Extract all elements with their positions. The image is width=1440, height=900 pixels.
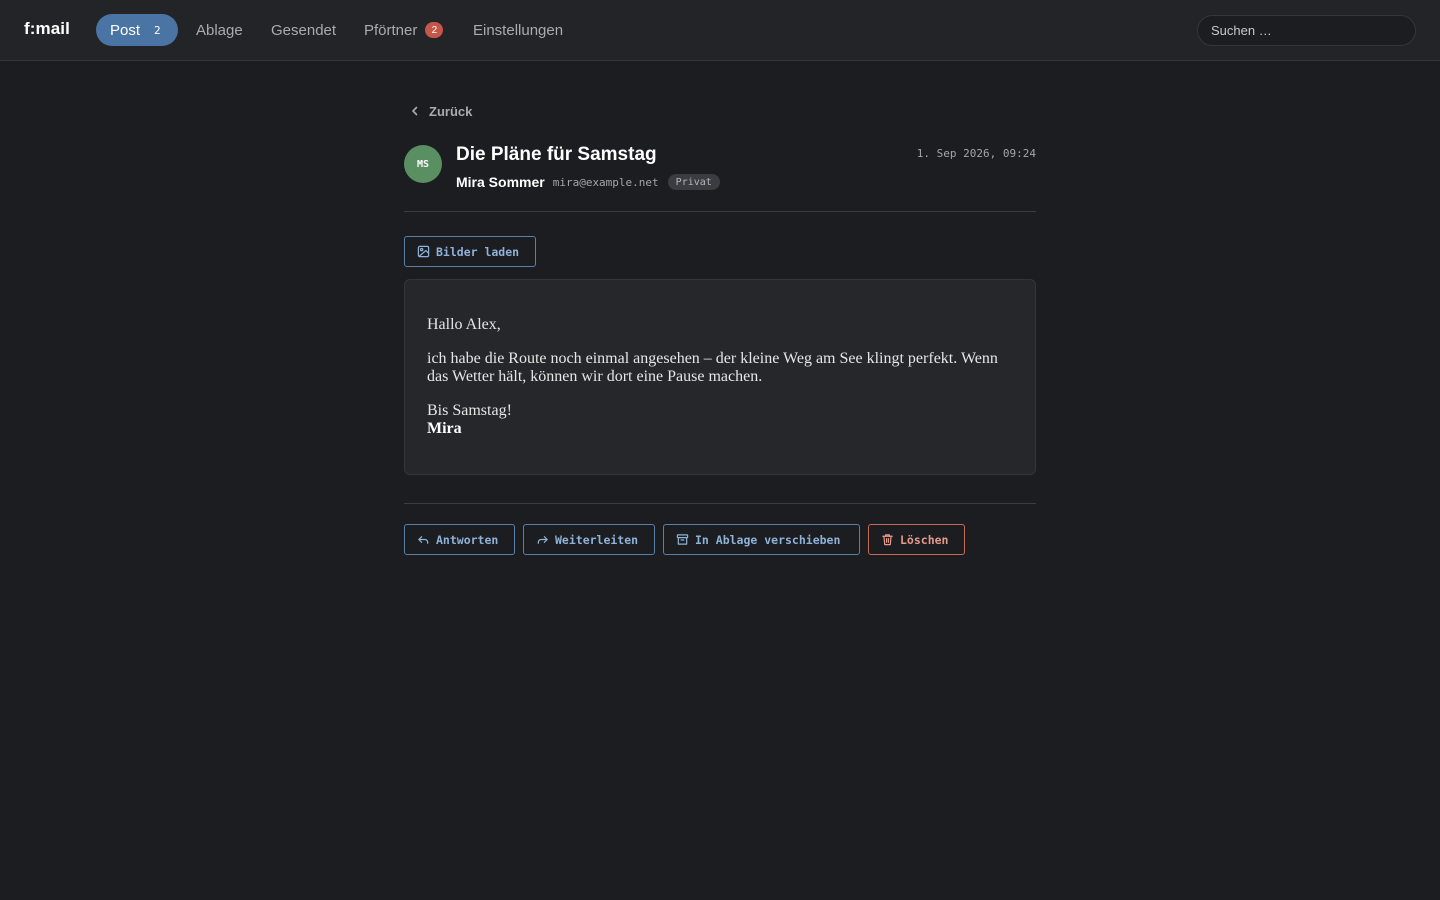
load-images-button[interactable]: Bilder laden [404,236,536,267]
button-label: Weiterleiten [555,532,639,547]
top-bar: f:mail Post 2 Ablage Gesendet Pförtner 2… [0,0,1440,61]
app-logo[interactable]: f:mail [24,19,70,39]
message-subject: Die Pläne für Samstag [456,144,657,165]
avatar: MS [404,145,442,183]
reply-button[interactable]: Antworten [404,524,515,555]
nav-item-gesendet[interactable]: Gesendet [271,14,336,46]
button-label: Bilder laden [436,244,520,259]
forward-icon [537,536,548,544]
button-label: In Ablage verschieben [695,532,841,547]
archive-button[interactable]: In Ablage verschieben [663,524,860,555]
image-icon [417,245,430,258]
divider [404,503,1036,504]
button-label: Löschen [900,532,949,547]
trash-icon [882,534,893,546]
nav-item-label: Gesendet [271,21,337,39]
back-link[interactable]: Zurück [409,102,472,120]
divider [404,211,1036,212]
search-input[interactable] [1197,15,1416,46]
button-label: Antworten [436,532,499,547]
sender-info: Mira Sommer mira@example.net Privat [456,173,720,191]
back-label: Zurück [429,103,473,119]
nav-item-label: Ablage [196,21,243,39]
nav-item-label: Pförtner [364,21,418,39]
body-greeting: Hallo Alex, [427,316,501,333]
body-closing: Bis Samstag! [427,402,512,419]
body-paragraph: ich habe die Route noch einmal angesehen… [427,350,998,385]
nav-item-ablage[interactable]: Ablage [196,14,243,46]
archive-icon [676,534,689,545]
unread-count: 2 [154,23,161,37]
nav-item-label: Einstellungen [473,21,564,39]
nav-item-label: Post [110,21,141,39]
nav-item-pfortner[interactable]: Pförtner 2 [364,14,444,46]
sender-name: Mira Sommer [456,174,545,190]
reply-icon [418,536,429,544]
body-signature: Mira [427,420,462,437]
forward-button[interactable]: Weiterleiten [523,524,655,555]
notification-badge: 2 [425,22,444,38]
message-body: Hallo Alex, ich habe die Route noch einm… [404,279,1036,475]
nav-item-einstellungen[interactable]: Einstellungen [473,14,563,46]
chevron-left-icon [412,106,418,116]
sender-email: mira@example.net [552,175,659,189]
message-date: 1. Sep 2026, 09:24 [916,147,1036,160]
label-tag: Privat [667,174,720,190]
nav-item-post[interactable]: Post 2 [96,14,178,46]
delete-button[interactable]: Löschen [868,524,965,555]
